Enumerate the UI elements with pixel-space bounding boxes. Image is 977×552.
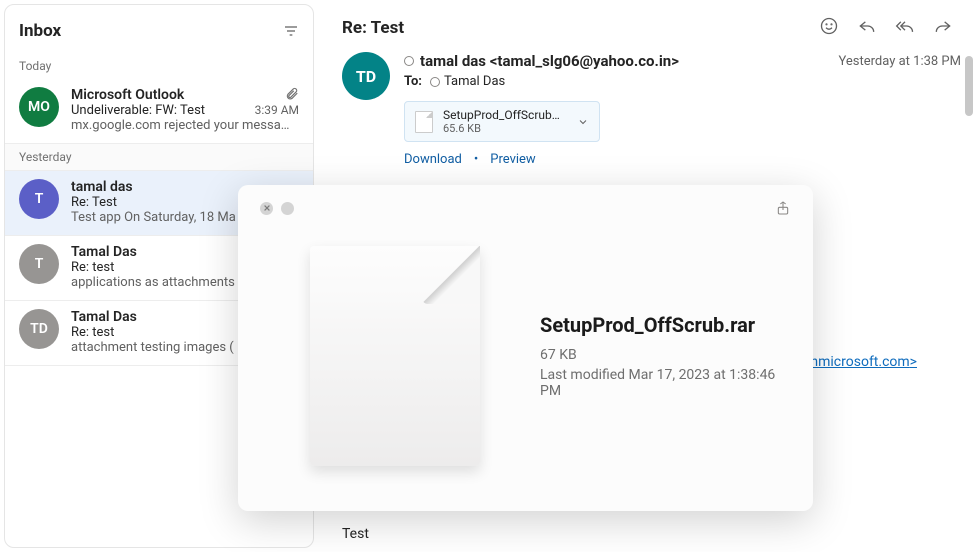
close-button[interactable] [260, 202, 273, 215]
folder-title: Inbox [19, 21, 61, 41]
scrollbar-thumb[interactable] [965, 56, 973, 116]
message-date: Yesterday at 1:38 PM [838, 52, 961, 167]
sender-name: tamal das <tamal_slg06@yahoo.co.in> [420, 52, 679, 70]
message-preview: mx.google.com rejected your messa… [71, 118, 299, 133]
body-link-fragment[interactable]: .onmicrosoft.com> [799, 354, 917, 370]
message-body: Test [342, 516, 961, 552]
attachment-card[interactable]: SetupProd_OffScrub… 65.6 KB [404, 101, 600, 142]
react-icon[interactable] [819, 16, 839, 36]
quicklook-modified: Last modified Mar 17, 2023 at 1:38:46 PM [540, 367, 781, 399]
file-icon [415, 111, 433, 133]
attachment-size: 65.6 KB [443, 122, 567, 135]
message-item[interactable]: MO Microsoft Outlook Undeliverable: FW: … [5, 79, 313, 143]
chevron-down-icon[interactable] [577, 116, 589, 128]
avatar: MO [19, 87, 59, 127]
file-preview-icon [310, 246, 480, 466]
section-yesterday: Yesterday [5, 143, 313, 171]
message-time: 3:39 AM [255, 103, 299, 117]
quicklook-popover: SetupProd_OffScrub.rar 67 KB Last modifi… [238, 185, 813, 511]
avatar: T [19, 244, 59, 284]
preview-link[interactable]: Preview [490, 152, 535, 167]
download-link[interactable]: Download [404, 152, 462, 167]
sender-avatar: TD [342, 52, 390, 100]
avatar: T [19, 179, 59, 219]
quicklook-filename: SetupProd_OffScrub.rar [540, 313, 781, 337]
presence-icon [404, 56, 414, 66]
quicklook-size: 67 KB [540, 347, 781, 363]
window-button[interactable] [281, 202, 294, 215]
separator: • [474, 152, 478, 167]
filter-icon[interactable] [283, 23, 299, 39]
forward-icon[interactable] [933, 16, 953, 36]
attachment-name: SetupProd_OffScrub… [443, 108, 567, 122]
avatar: TD [19, 309, 59, 349]
reader-subject: Re: Test [342, 8, 404, 38]
section-today: Today [5, 51, 313, 79]
presence-icon [430, 77, 440, 87]
attachment-icon [285, 87, 299, 101]
to-label: To: [404, 74, 422, 89]
to-recipient: Tamal Das [430, 74, 505, 89]
reply-icon[interactable] [857, 16, 877, 36]
share-icon[interactable] [775, 199, 791, 217]
reply-all-icon[interactable] [895, 16, 915, 36]
